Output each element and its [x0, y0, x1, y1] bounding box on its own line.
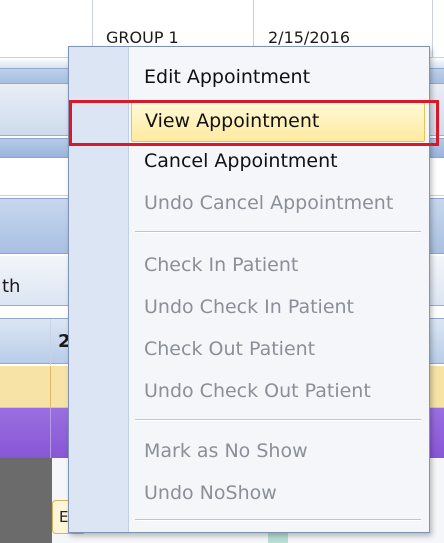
appointment-context-menu[interactable]: Edit Appointment View Appointment Cancel… — [68, 46, 430, 533]
column-divider — [50, 408, 51, 458]
menu-item-check-out-patient[interactable]: Check Out Patient — [131, 329, 425, 369]
menu-item-undo-noshow[interactable]: Undo NoShow — [131, 473, 425, 513]
column-divider — [50, 319, 51, 365]
month-tab-label[interactable]: th — [2, 276, 20, 297]
column-divider — [432, 0, 433, 60]
menu-item-cancel-appointment[interactable]: Cancel Appointment — [131, 141, 425, 181]
menu-item-check-in-patient[interactable]: Check In Patient — [131, 245, 425, 285]
date-cell[interactable]: 2/15/2016 — [268, 28, 350, 47]
menu-separator — [135, 231, 421, 233]
menu-item-undo-check-in-patient[interactable]: Undo Check In Patient — [131, 287, 425, 327]
menu-item-undo-cancel-appointment[interactable]: Undo Cancel Appointment — [131, 183, 425, 223]
menu-icon-gutter — [69, 47, 129, 532]
time-column — [0, 458, 52, 543]
menu-item-undo-check-out-patient[interactable]: Undo Check Out Patient — [131, 371, 425, 411]
menu-separator — [135, 419, 421, 421]
menu-item-edit-appointment[interactable]: Edit Appointment — [131, 57, 425, 97]
column-divider — [50, 366, 51, 408]
menu-separator — [135, 519, 421, 521]
menu-item-view-appointment[interactable]: View Appointment — [131, 102, 425, 142]
group-name-cell[interactable]: GROUP 1 — [106, 28, 179, 47]
menu-item-mark-as-no-show[interactable]: Mark as No Show — [131, 431, 425, 471]
